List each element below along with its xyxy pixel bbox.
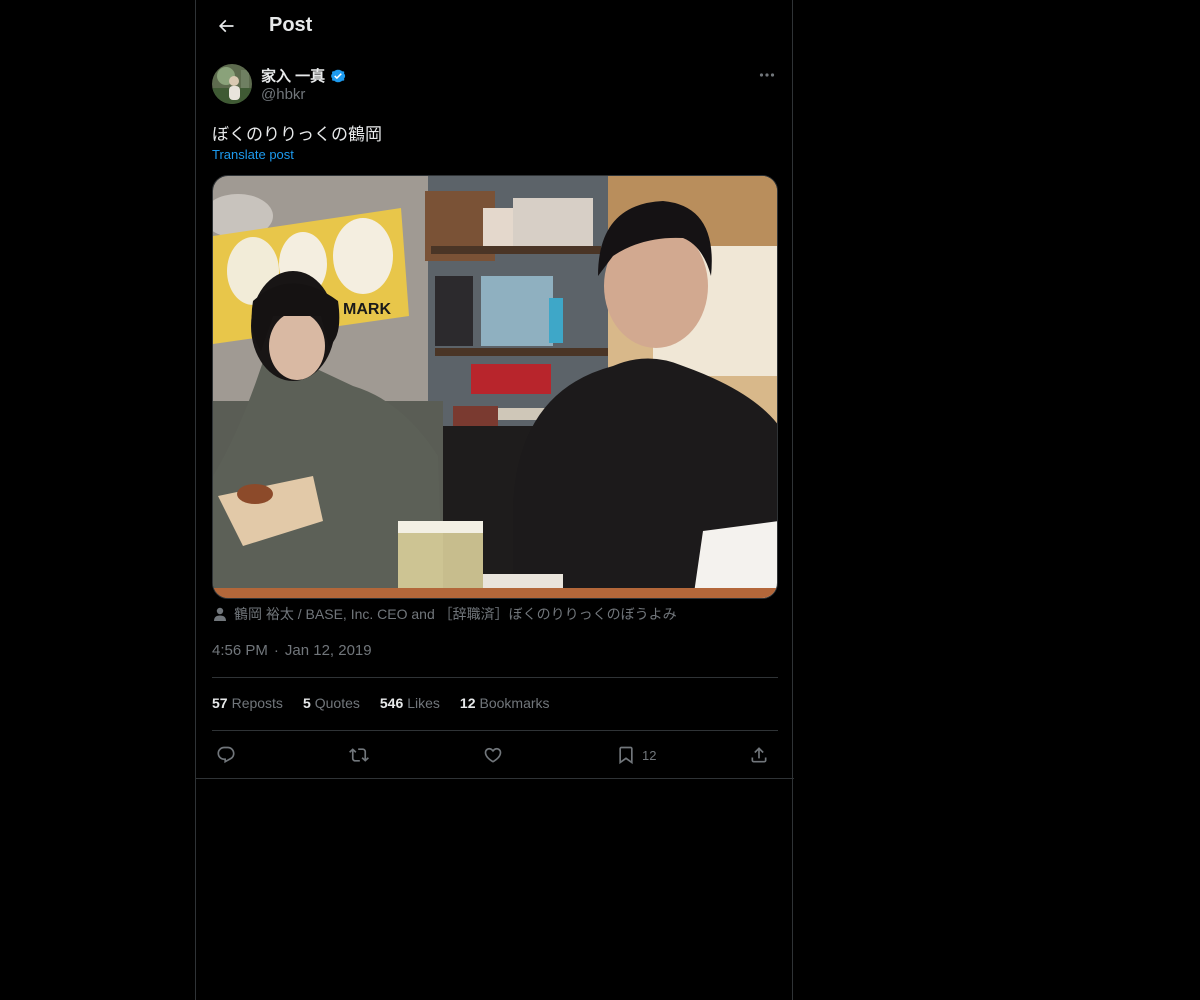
more-horizontal-icon: [759, 73, 775, 77]
reply-icon: [217, 746, 235, 764]
share-button[interactable]: [749, 738, 769, 772]
arrow-left-icon: [218, 19, 234, 33]
post-photo[interactable]: MARK: [212, 175, 778, 599]
divider: [212, 730, 778, 731]
author-display-name[interactable]: 家入 一真: [261, 65, 325, 86]
post-column: Post 家入 一真 @hbkr ぼくのりりっくの鶴岡 Translate po…: [195, 0, 794, 1000]
post-header: Post: [196, 0, 794, 53]
person-icon: [214, 607, 226, 621]
stat-likes[interactable]: 546 Likes: [380, 695, 440, 711]
stat-reposts[interactable]: 57 Reposts: [212, 695, 283, 711]
post-time[interactable]: 4:56 PM: [212, 642, 268, 659]
photo-image: MARK: [213, 176, 777, 598]
stat-quotes[interactable]: 5 Quotes: [303, 695, 360, 711]
poster-text: MARK: [343, 301, 391, 318]
timestamp-separator: ·: [273, 642, 279, 659]
reply-button[interactable]: [216, 738, 236, 772]
verified-badge-icon: [331, 69, 346, 82]
post-bottom-border: [196, 778, 794, 779]
post-actions: 12: [212, 738, 778, 772]
author-name-row: 家入 一真: [261, 65, 347, 86]
tagged-users-text: 鶴岡 裕太 / BASE, Inc. CEO and ［辞職済］ぼくのりりっくの…: [234, 606, 677, 622]
post-text: ぼくのりりっくの鶴岡: [212, 125, 382, 144]
engagement-stats: 57 Reposts 5 Quotes 546 Likes 12 Bookmarks: [212, 695, 550, 711]
more-options-button[interactable]: [752, 62, 782, 88]
bookmark-icon: [619, 746, 633, 765]
share-icon: [751, 747, 767, 763]
back-button[interactable]: [208, 8, 244, 44]
heart-icon: [484, 747, 502, 763]
divider: [212, 677, 778, 678]
post-timestamp: 4:56 PM · Jan 12, 2019: [212, 642, 372, 659]
translate-post-link[interactable]: Translate post: [212, 147, 294, 162]
stat-bookmarks[interactable]: 12 Bookmarks: [460, 695, 550, 711]
bookmark-count: 12: [642, 747, 657, 763]
repost-icon: [349, 748, 369, 762]
bookmark-button[interactable]: 12: [616, 738, 656, 772]
like-button[interactable]: [483, 738, 503, 772]
avatar[interactable]: [212, 64, 252, 104]
post-date[interactable]: Jan 12, 2019: [285, 642, 372, 659]
author-handle[interactable]: @hbkr: [261, 86, 305, 103]
tagged-users[interactable]: 鶴岡 裕太 / BASE, Inc. CEO and ［辞職済］ぼくのりりっくの…: [212, 604, 677, 624]
repost-button[interactable]: [349, 738, 369, 772]
page-title: Post: [269, 14, 313, 36]
